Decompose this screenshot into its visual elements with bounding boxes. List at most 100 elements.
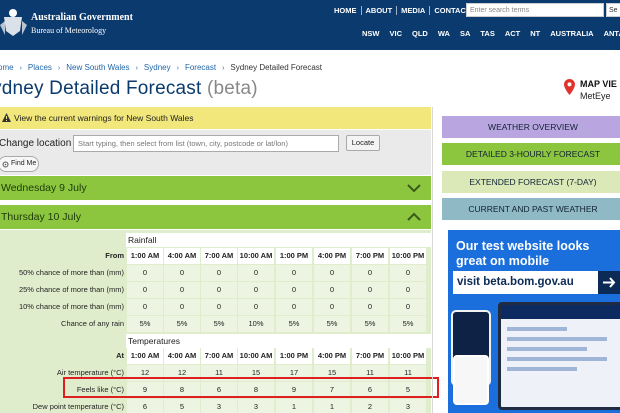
table-cell: 5% — [164, 316, 200, 332]
locate-button[interactable]: Locate — [346, 135, 380, 151]
table-cell: 0 — [164, 299, 200, 315]
top-link-media[interactable]: MEDIA — [397, 6, 429, 15]
page-title: ydney Detailed Forecast (beta) — [0, 78, 258, 100]
nav-extended-forecast[interactable]: EXTENDED FORECAST (7-DAY) — [442, 171, 620, 193]
search-input[interactable]: Enter search terms — [466, 3, 604, 17]
map-viewer-link[interactable]: MAP VIE MetEye — [564, 79, 620, 103]
state-link-wa[interactable]: WA — [433, 29, 455, 38]
warnings-link[interactable]: View the current warnings for New South … — [0, 107, 431, 129]
state-link-act[interactable]: ACT — [500, 29, 525, 38]
change-location-panel: Change location Start typing, then selec… — [0, 130, 431, 175]
table-row: Dew point temperature (°C) 6 5 3 3 1 1 2 3 — [0, 399, 431, 413]
site-header: Australian Government Bureau of Meteorol… — [0, 0, 620, 50]
chevron-down-icon — [407, 184, 421, 193]
table-cell: 3 — [201, 399, 237, 413]
time-header-cell: 7:00 AM — [201, 248, 237, 264]
nav-detailed-3-hourly-forecast[interactable]: DETAILED 3-HOURLY FORECAST — [442, 143, 620, 165]
state-link-nt[interactable]: NT — [525, 29, 545, 38]
state-link-australia[interactable]: AUSTRALIA — [545, 29, 598, 38]
table-cell: 5% — [390, 316, 426, 332]
time-header-cell: 7:00 AM — [201, 348, 237, 364]
ad-cta-label: visit beta.bom.gov.au — [457, 276, 574, 288]
breadcrumb-places[interactable]: Places — [28, 63, 52, 72]
divider — [360, 6, 362, 15]
breadcrumb-nsw[interactable]: New South Wales — [66, 63, 129, 72]
table-cell: 0 — [352, 265, 388, 281]
table-cell: 6 — [127, 399, 163, 413]
state-link-antarctica[interactable]: ANTARCT — [599, 29, 620, 38]
chevron-right-icon: › — [176, 65, 179, 72]
row-label: 25% chance of more than (mm) — [18, 285, 124, 294]
chevron-right-icon: › — [135, 65, 138, 72]
table-cell: 5% — [127, 316, 163, 332]
state-link-sa[interactable]: SA — [455, 29, 475, 38]
warnings-text: View the current warnings for New South … — [14, 113, 194, 123]
table-cell: 0 — [238, 265, 274, 281]
find-me-button[interactable]: Find Me — [0, 156, 39, 172]
location-input[interactable]: Start typing, then select from list (tow… — [73, 135, 339, 152]
top-link-about[interactable]: ABOUT — [362, 6, 397, 15]
breadcrumb-home[interactable]: ome — [0, 63, 14, 72]
beta-label: (beta) — [206, 78, 258, 99]
breadcrumb-forecast[interactable]: Forecast — [185, 63, 216, 72]
table-cell: 5% — [352, 316, 388, 332]
find-me-label: Find Me — [11, 160, 37, 167]
top-links: HOME ABOUT MEDIA CONTACTS — [330, 6, 479, 15]
temperatures-heading: Temperatures — [126, 334, 431, 348]
row-label: Dew point temperature (°C) — [32, 402, 124, 411]
breadcrumb-current: Sydney Detailed Forecast — [230, 63, 323, 72]
time-header-cell: 10:00 PM — [390, 248, 426, 264]
nav-weather-overview[interactable]: WEATHER OVERVIEW — [442, 116, 620, 138]
state-link-nsw[interactable]: NSW — [357, 29, 385, 38]
row-label: 10% chance of more than (mm) — [18, 302, 124, 311]
nav-current-and-past-weather[interactable]: CURRENT AND PAST WEATHER — [442, 198, 620, 220]
table-cell: 0 — [238, 282, 274, 298]
search-button[interactable]: Se — [606, 3, 620, 17]
table-row: 50% chance of more than (mm) 0 0 0 0 0 0 0 0 — [0, 265, 431, 281]
chevron-right-icon: › — [222, 65, 225, 72]
table-cell: 0 — [127, 265, 163, 281]
table-cell: 5 — [164, 399, 200, 413]
day-accordion-wednesday[interactable]: Wednesday 9 July — [0, 176, 431, 200]
day-label: Wednesday 9 July — [1, 182, 87, 194]
state-nav: NSW VIC QLD WA SA TAS ACT NT AUSTRALIA A… — [357, 29, 620, 38]
time-header-cell: 10:00 AM — [238, 248, 274, 264]
beta-website-ad[interactable]: Our test website looks great on mobile v… — [448, 230, 620, 413]
table-cell: 0 — [314, 265, 350, 281]
state-link-tas[interactable]: TAS — [475, 29, 499, 38]
table-cell: 0 — [127, 299, 163, 315]
time-header-cell: 4:00 AM — [164, 348, 200, 364]
time-header-cell: 1:00 PM — [276, 348, 312, 364]
phone-screenshot-image — [453, 355, 489, 405]
ad-cta[interactable]: visit beta.bom.gov.au — [453, 271, 620, 294]
row-label: From — [105, 251, 124, 260]
time-header-cell: 7:00 PM — [352, 348, 388, 364]
time-header-cell: 4:00 PM — [314, 248, 350, 264]
table-cell: 0 — [390, 265, 426, 281]
page-title-text: ydney Detailed Forecast — [0, 78, 202, 99]
table-cell: 5% — [314, 316, 350, 332]
time-header-cell: 10:00 PM — [390, 348, 426, 364]
day-label: Thursday 10 July — [1, 211, 81, 223]
divider — [429, 6, 431, 15]
table-cell: 5% — [276, 316, 312, 332]
table-cell: 2 — [352, 399, 388, 413]
state-link-vic[interactable]: VIC — [385, 29, 408, 38]
top-link-home[interactable]: HOME — [330, 6, 361, 15]
time-header-cell: 10:00 AM — [238, 348, 274, 364]
table-cell: 0 — [314, 282, 350, 298]
coat-of-arms-icon — [0, 9, 27, 36]
time-header-cell: 1:00 PM — [276, 248, 312, 264]
chevron-right-icon: › — [19, 65, 22, 72]
time-header-row: From 1:00 AM 4:00 AM 7:00 AM 10:00 AM 1:00 PM… — [0, 248, 431, 264]
time-header-cell: 1:00 AM — [127, 348, 163, 364]
breadcrumb-sydney[interactable]: Sydney — [144, 63, 171, 72]
table-cell: 3 — [238, 399, 274, 413]
day-accordion-thursday[interactable]: Thursday 10 July — [0, 205, 431, 229]
crosshair-icon — [2, 161, 9, 168]
map-viewer-title: MAP VIE — [580, 79, 617, 89]
row-label: 50% chance of more than (mm) — [18, 268, 124, 277]
time-header-cell: 1:00 AM — [127, 248, 163, 264]
state-link-qld[interactable]: QLD — [407, 29, 433, 38]
warning-triangle-icon — [2, 113, 11, 122]
